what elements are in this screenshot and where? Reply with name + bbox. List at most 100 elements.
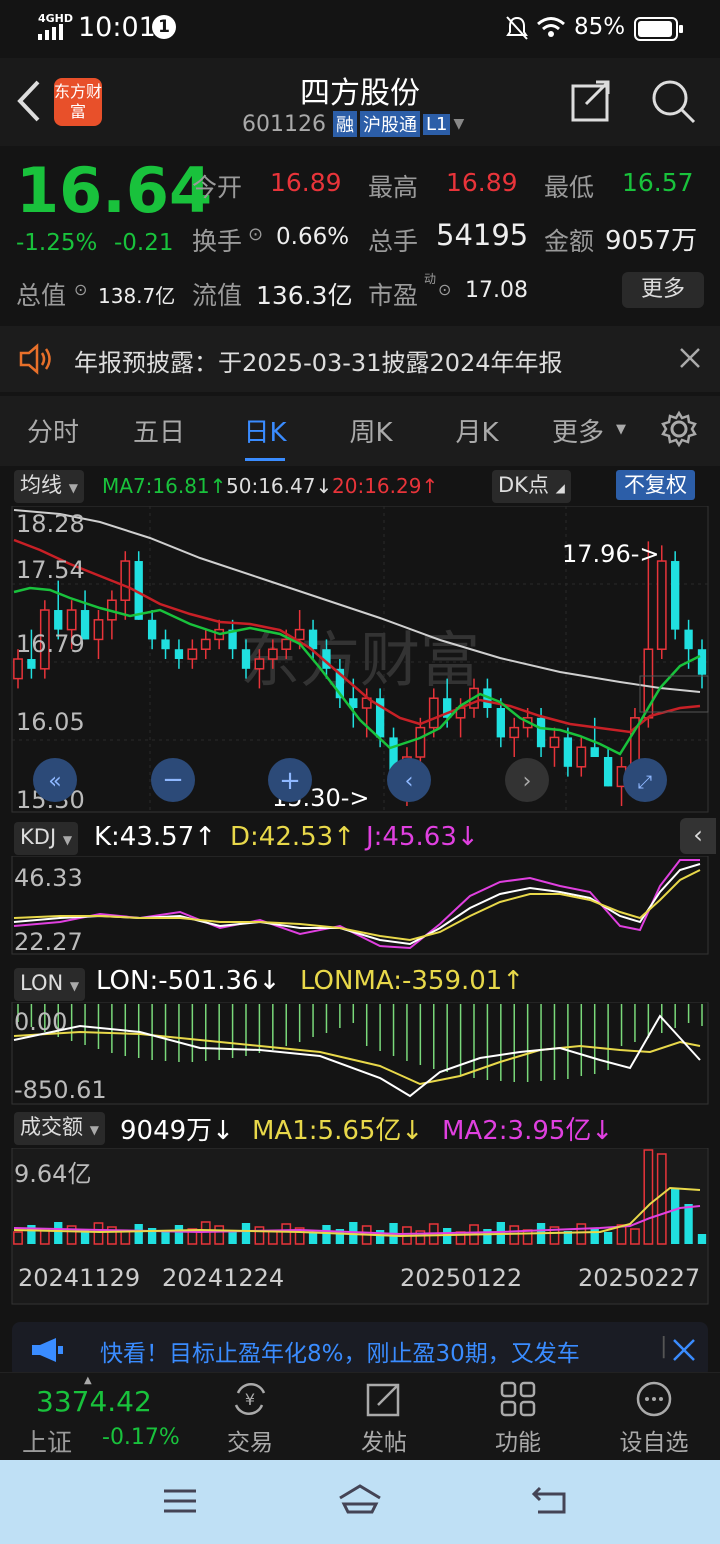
more-button[interactable]: 更多: [622, 272, 704, 308]
kdj-selector[interactable]: KDJ ▼: [14, 822, 79, 855]
date-label-1: 20241129: [18, 1264, 140, 1292]
stock-header: 东方财富 四方股份 601126 融 沪股通 L1 ▼: [0, 58, 720, 146]
tab-monthly-k[interactable]: 月K: [434, 412, 520, 449]
info-icon[interactable]: ⊙: [74, 280, 87, 299]
turnover-label: 换手: [192, 227, 243, 256]
lon-value: LON:-501.36↓: [96, 966, 281, 996]
close-icon[interactable]: [678, 346, 702, 374]
ma-selector[interactable]: 均线 ▼: [14, 470, 84, 503]
minus-icon: −: [162, 765, 184, 795]
nav-post[interactable]: 发帖: [346, 1373, 422, 1461]
volume-bar: [241, 1223, 251, 1244]
ma20-legend: 20:16.29↑: [332, 474, 439, 498]
amount-label: 金额: [544, 227, 595, 256]
vol-value: 9049万↓: [120, 1116, 234, 1146]
back-button[interactable]: [14, 78, 44, 128]
nav-functions[interactable]: 功能: [480, 1373, 556, 1461]
tab-more[interactable]: 更多: [542, 412, 614, 449]
adjust-button[interactable]: 不复权: [616, 470, 695, 500]
last-price: 16.64: [16, 154, 213, 227]
search-icon[interactable]: [650, 78, 696, 128]
candle-body: [200, 638, 211, 650]
info-icon[interactable]: ⊙: [438, 280, 451, 299]
index-name: 上证: [22, 1428, 73, 1457]
ad-text: 快看！目标止盈年化8%，刚止盈30期，又发车: [100, 1341, 580, 1367]
kline-chart[interactable]: 东方财富 18.28 17.54 16.79 16.05 15.30 17.96…: [0, 506, 720, 818]
y-tick-1: 18.28: [16, 510, 85, 538]
info-icon[interactable]: ⊙: [248, 224, 263, 245]
stock-name: 四方股份: [300, 76, 420, 111]
tab-weekly-k[interactable]: 周K: [328, 412, 414, 449]
vol-ma2: MA2:3.95亿↓: [442, 1116, 614, 1146]
share-icon[interactable]: [570, 80, 612, 126]
candle-body: [428, 697, 439, 729]
candle-body: [66, 609, 77, 631]
gear-icon[interactable]: [660, 410, 698, 452]
index-ticker[interactable]: ▲ 3374.42 上证 -0.17%: [0, 1373, 200, 1461]
candle-body: [563, 737, 573, 767]
lon-chart: 0.00 -850.61: [11, 1002, 709, 1105]
candle-body: [603, 757, 613, 787]
back-nav-icon[interactable]: [530, 1484, 570, 1520]
notice-bar[interactable]: 年报预披露：于2025-03-31披露2024年年报: [0, 326, 720, 392]
volume-bar: [134, 1224, 143, 1244]
vol-selector[interactable]: 成交额 ▼: [14, 1112, 105, 1145]
tab-five-day[interactable]: 五日: [116, 412, 202, 449]
candle-body: [684, 629, 693, 650]
dk-point-button[interactable]: DK点 ◢: [492, 470, 571, 503]
candle-body: [536, 717, 546, 748]
kdj-chart: 46.33 22.27: [11, 856, 709, 956]
chevron-down-icon[interactable]: ▼: [453, 116, 464, 132]
candle-body: [27, 659, 36, 669]
open-label: 今开: [192, 173, 243, 202]
ad-banner[interactable]: 快看！目标止盈年化8%，刚止盈30期，又发车 |: [12, 1322, 708, 1378]
candle-body: [415, 726, 426, 758]
vol-label: 成交额: [20, 1115, 83, 1139]
high-label: 最高: [368, 173, 419, 202]
app-logo[interactable]: 东方财富: [54, 78, 102, 126]
candle-body: [590, 747, 599, 758]
date-label-2: 20241224: [162, 1264, 284, 1292]
volume-bar: [697, 1234, 707, 1244]
kdj-k: K:43.57↑: [94, 822, 217, 852]
tab-intraday[interactable]: 分时: [10, 412, 96, 449]
battery-icon: [634, 17, 684, 45]
chevron-right-icon: ›: [523, 769, 532, 794]
chevron-down-icon: ▼: [616, 422, 626, 437]
divider: |: [660, 1334, 668, 1359]
corner-icon: ◢: [555, 481, 565, 495]
tab-daily-k[interactable]: 日K: [222, 412, 308, 449]
volume-bar: [671, 1188, 680, 1244]
status-bar: 4GHD 10:01 1 85%: [0, 0, 720, 58]
home-icon[interactable]: [336, 1482, 384, 1520]
vol-y-top: 9.64亿: [14, 1160, 91, 1188]
nav-trade[interactable]: ¥ 交易: [212, 1373, 288, 1461]
ma50-legend: 50:16.47↓: [226, 474, 333, 498]
kdj-label: KDJ: [20, 825, 57, 849]
watermark: 东方财富: [240, 626, 480, 696]
signal-icon: [38, 24, 70, 44]
nav-add-watchlist[interactable]: 设自选: [606, 1373, 702, 1461]
active-tab-indicator: [245, 458, 285, 461]
candle-body: [254, 658, 265, 670]
chevron-down-icon: ▼: [62, 833, 73, 847]
collapse-panel-button[interactable]: ‹: [680, 818, 716, 854]
float-label: 流值: [192, 281, 243, 310]
stock-code-row: 601126 融 沪股通 L1 ▼: [242, 110, 464, 138]
y-tick-3: 16.79: [16, 630, 85, 658]
lon-selector[interactable]: LON ▼: [14, 968, 86, 1001]
megaphone-icon: [30, 1336, 66, 1368]
nav-trade-label: 交易: [227, 1430, 273, 1456]
pe-label: 市盈: [368, 281, 419, 310]
expand-icon: ⤢: [638, 772, 653, 793]
close-icon[interactable]: [672, 1338, 696, 1366]
candle-body: [13, 658, 23, 680]
candle-body: [294, 628, 305, 641]
menu-icon[interactable]: [162, 1486, 198, 1520]
more-dots-icon: [606, 1379, 702, 1423]
volume-bar: [603, 1232, 613, 1244]
high-annotation: 17.96->: [562, 540, 659, 568]
tag-margin: 融: [332, 111, 357, 137]
notification-badge: 1: [152, 15, 176, 39]
volume-bar: [322, 1225, 331, 1244]
